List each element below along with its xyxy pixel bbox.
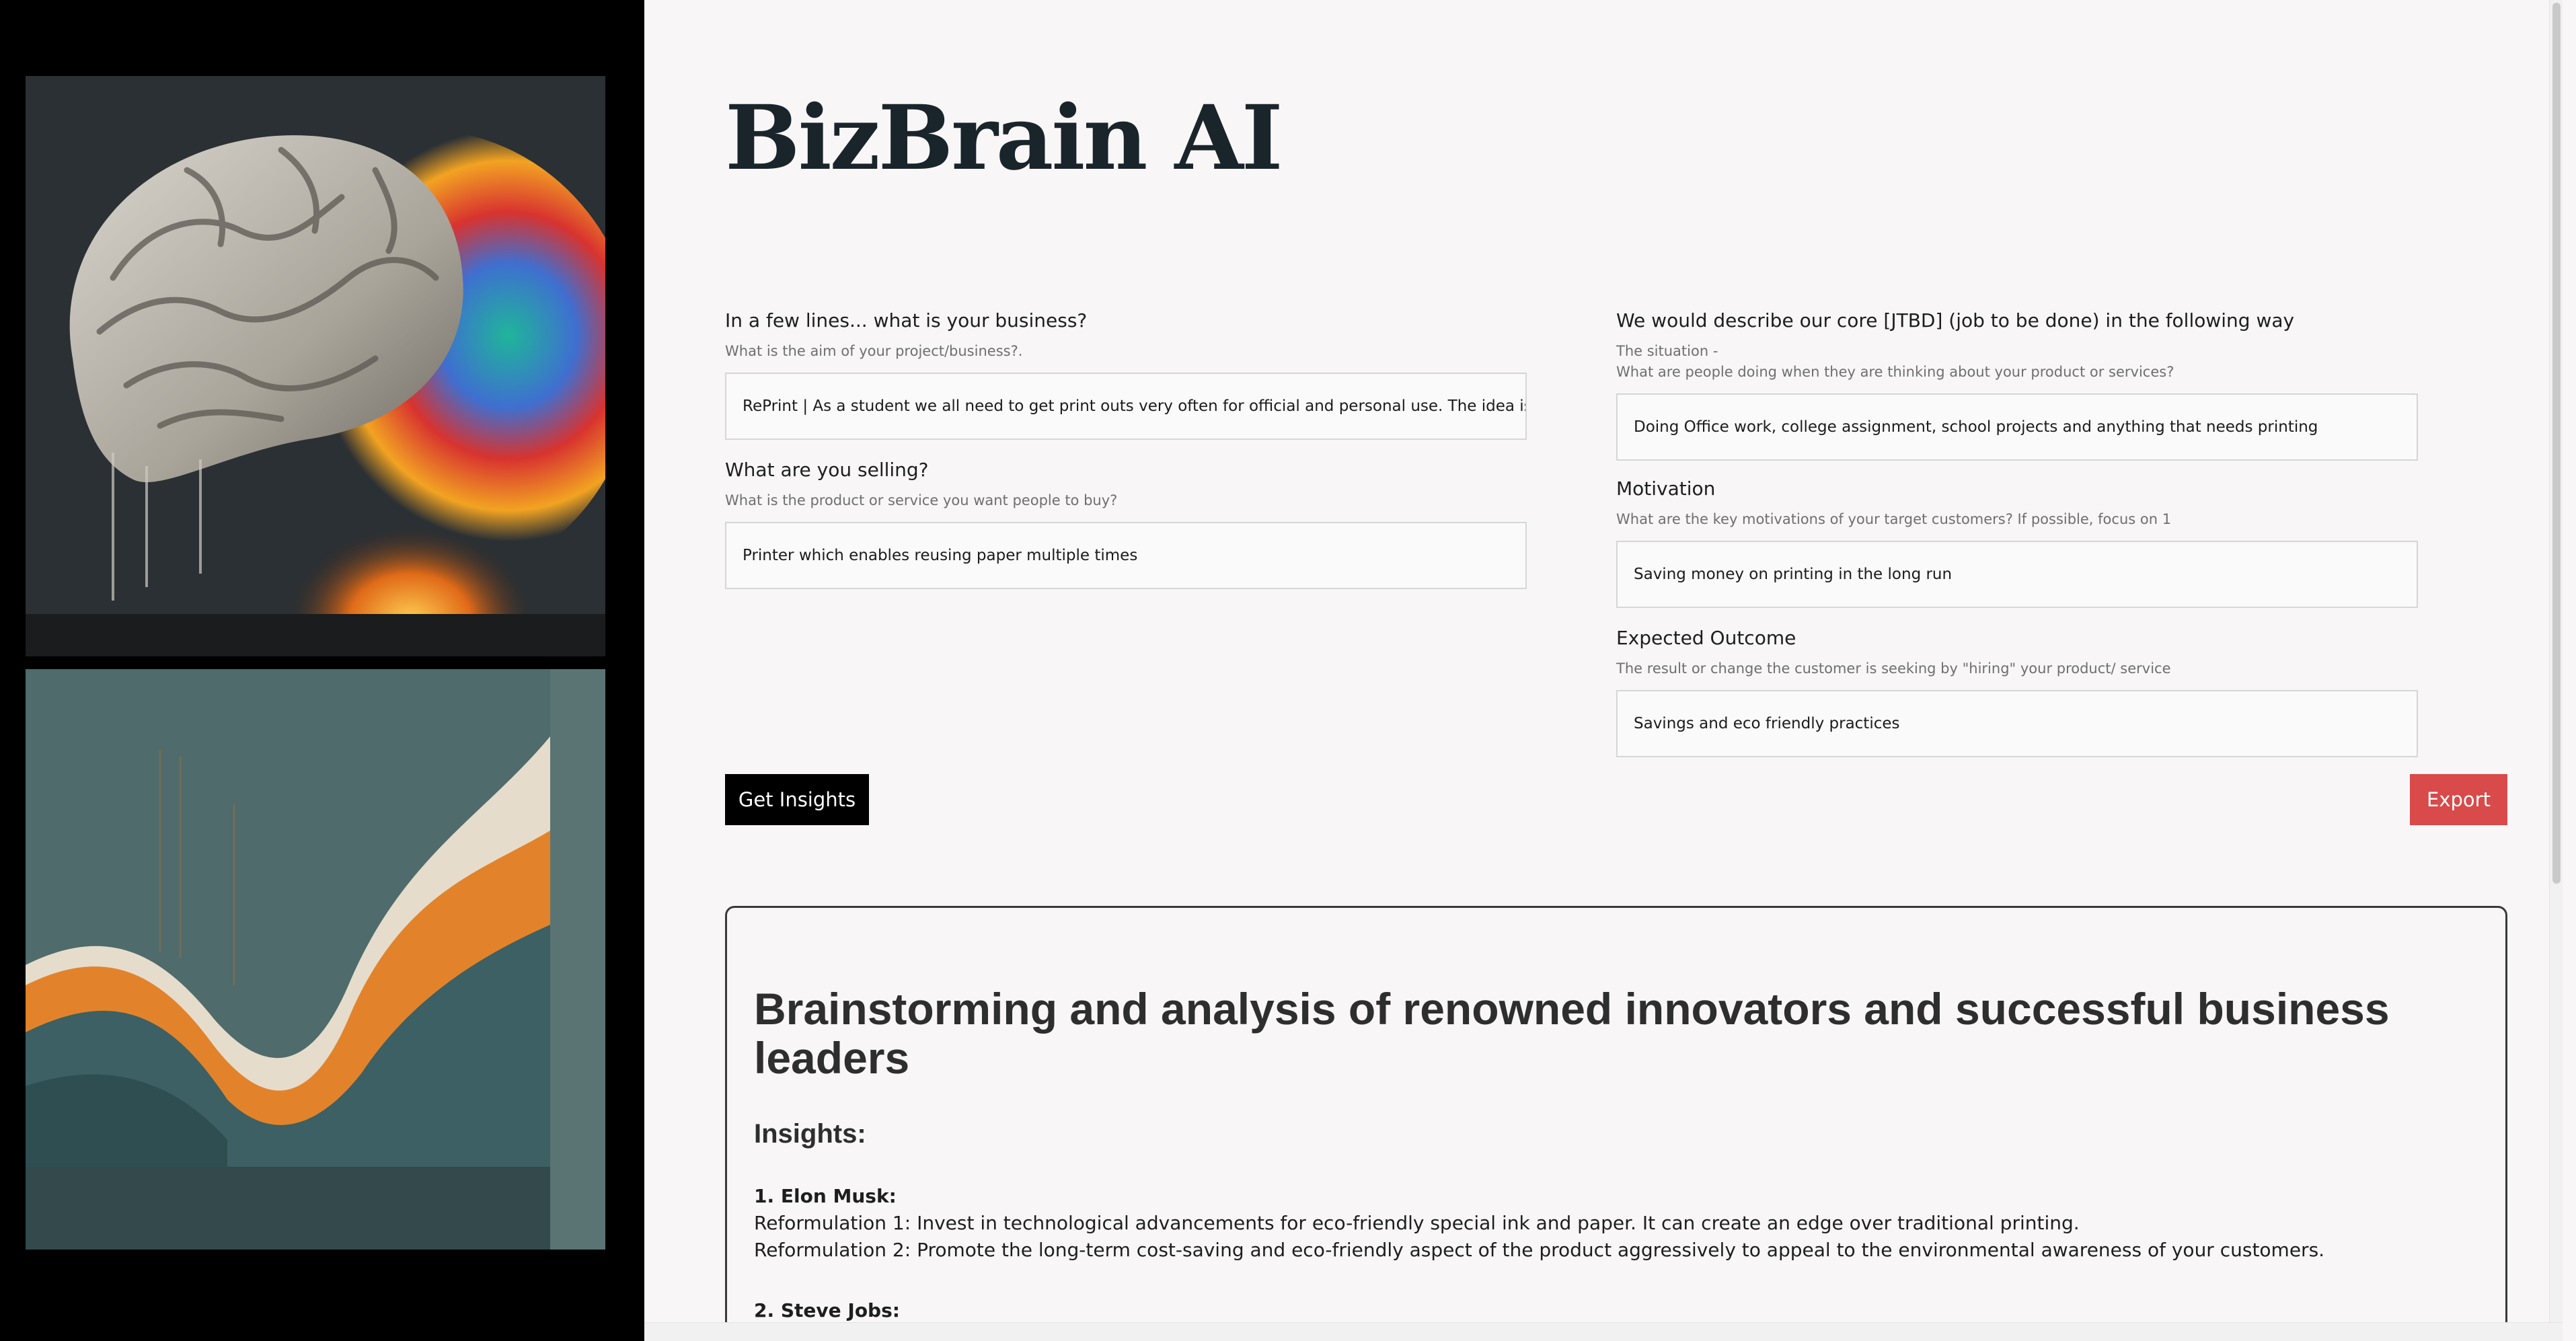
jtbd-hint: The situation - What are people doing wh… [1616, 341, 2418, 383]
insight-line: Reformulation 2: Promote the long-term c… [754, 1239, 2325, 1261]
business-label: In a few lines... what is your business? [725, 309, 1088, 332]
export-button[interactable]: Export [2410, 774, 2507, 825]
motivation-label: Motivation [1616, 477, 1716, 500]
outcome-label: Expected Outcome [1616, 627, 1796, 649]
motivation-field-group: Motivation What are the key motivations … [1616, 477, 2418, 608]
jtbd-field-group: We would describe our core [JTBD] (job t… [1616, 309, 2418, 461]
main-content: BizBrain AI In a few lines... what is yo… [644, 0, 2563, 1341]
selling-input[interactable]: Printer which enables reusing paper mult… [725, 522, 1527, 589]
app-title: BizBrain AI [725, 86, 1283, 190]
motivation-input[interactable]: Saving money on printing in the long run [1616, 541, 2418, 608]
artwork-panel [0, 0, 644, 1341]
selling-label: What are you selling? [725, 459, 929, 481]
motivation-hint: What are the key motivations of your tar… [1616, 511, 2172, 527]
brain-artwork-image [26, 76, 605, 656]
outcome-hint: The result or change the customer is see… [1616, 660, 2171, 677]
insight-name: 1. Elon Musk: [754, 1185, 897, 1207]
selling-hint: What is the product or service you want … [725, 492, 1118, 508]
outcome-input[interactable]: Savings and eco friendly practices [1616, 690, 2418, 757]
insight-item: 2. Steve Jobs: [754, 1297, 2478, 1324]
get-insights-button[interactable]: Get Insights [725, 774, 869, 825]
jtbd-hint-line2: What are people doing when they are thin… [1616, 364, 2174, 380]
insight-name: 2. Steve Jobs: [754, 1299, 900, 1321]
jtbd-hint-line1: The situation - [1616, 343, 1718, 359]
scrollbar-thumb[interactable] [2552, 3, 2561, 884]
wave-artwork-image [26, 669, 605, 1250]
vertical-scrollbar[interactable] [2549, 0, 2563, 1341]
jtbd-input[interactable]: Doing Office work, college assignment, s… [1616, 393, 2418, 461]
horizontal-scrollbar[interactable] [644, 1322, 2563, 1341]
outcome-field-group: Expected Outcome The result or change th… [1616, 627, 2418, 757]
insights-subheading: Insights: [754, 1119, 866, 1149]
insights-results-panel: Brainstorming and analysis of renowned i… [725, 906, 2507, 1341]
results-heading: Brainstorming and analysis of renowned i… [754, 984, 2390, 1083]
insight-item: 1. Elon Musk: Reformulation 1: Invest in… [754, 1183, 2478, 1264]
insight-line: Reformulation 1: Invest in technological… [754, 1212, 2080, 1234]
business-input[interactable]: RePrint | As a student we all need to ge… [725, 373, 1527, 440]
selling-field-group: What are you selling? What is the produc… [725, 459, 1527, 589]
business-field-group: In a few lines... what is your business?… [725, 309, 1527, 440]
jtbd-label: We would describe our core [JTBD] (job t… [1616, 309, 2295, 332]
business-hint: What is the aim of your project/business… [725, 343, 1023, 359]
